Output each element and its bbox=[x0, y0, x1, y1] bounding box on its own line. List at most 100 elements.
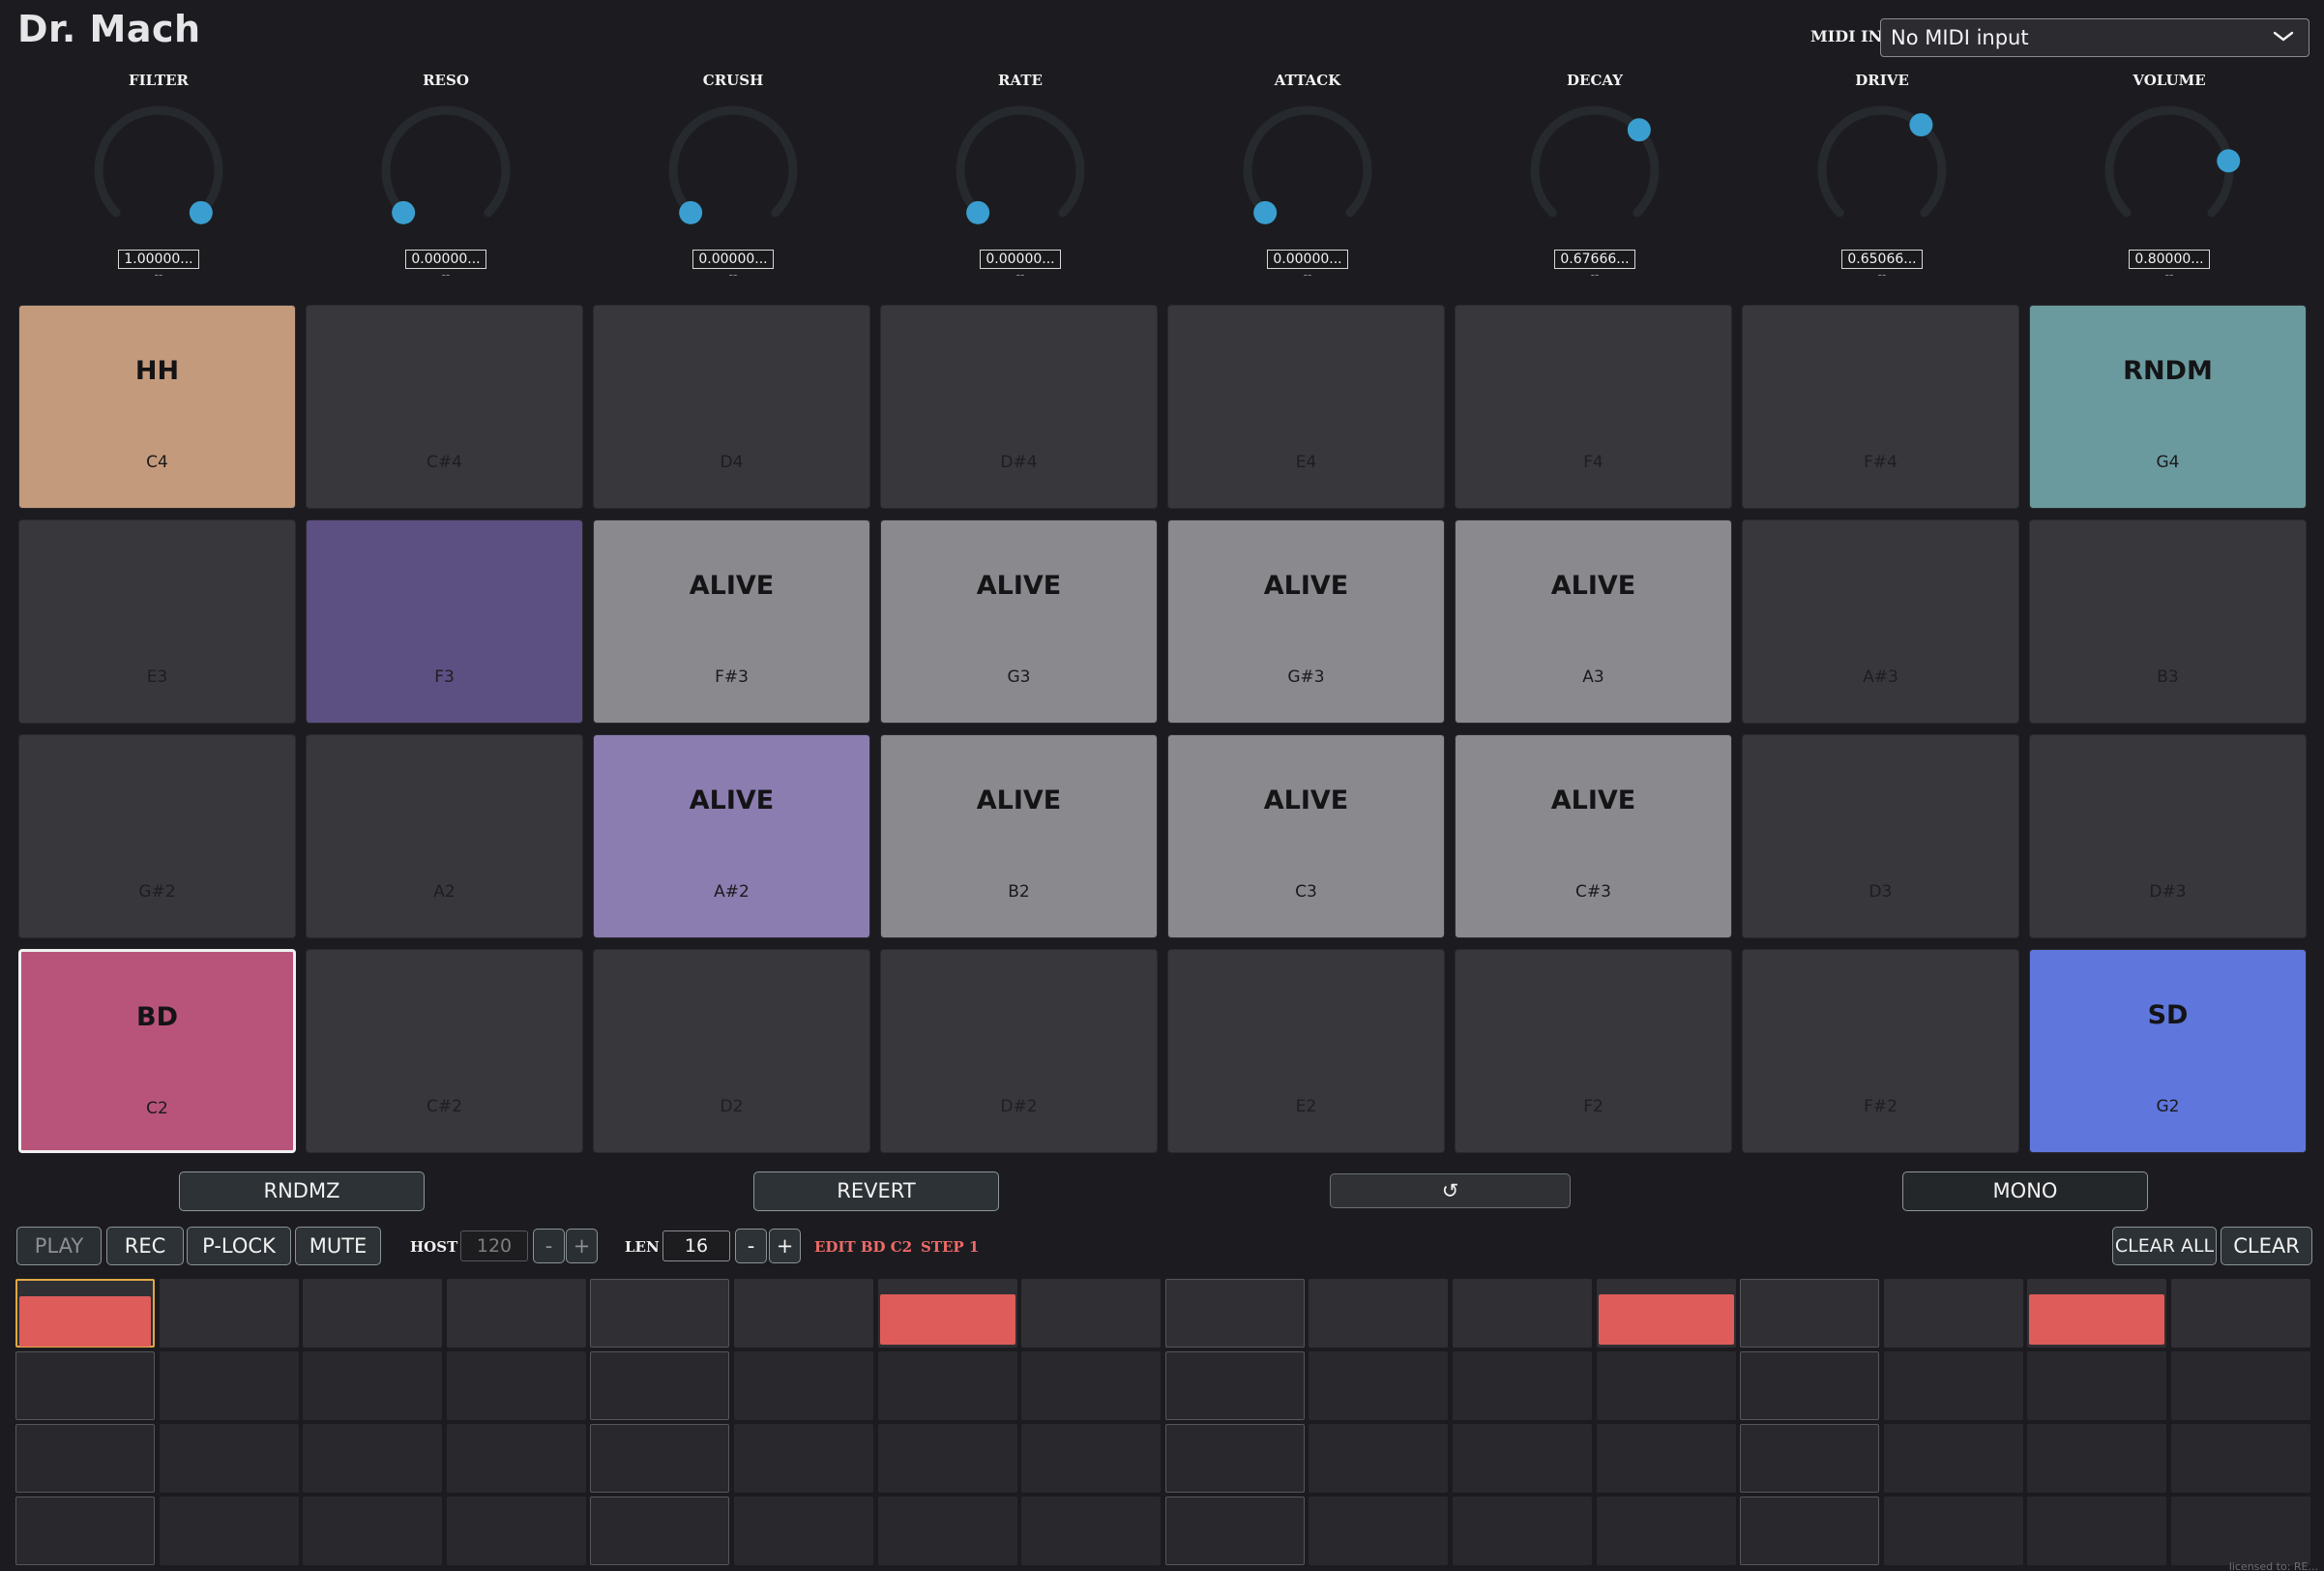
knob-dial[interactable] bbox=[1527, 103, 1662, 238]
step-cell[interactable] bbox=[1309, 1424, 1449, 1493]
step-cell[interactable] bbox=[877, 1279, 1017, 1348]
host-bpm-field[interactable]: 120 bbox=[460, 1230, 528, 1261]
step-cell[interactable] bbox=[1164, 1279, 1305, 1348]
len-minus-button[interactable]: - bbox=[735, 1229, 767, 1263]
knob-dial[interactable] bbox=[953, 103, 1088, 238]
step-cell[interactable] bbox=[1164, 1424, 1305, 1493]
step-cell[interactable] bbox=[1452, 1279, 1592, 1348]
knob-value-field[interactable]: 0.67666... bbox=[1554, 250, 1635, 269]
step-cell[interactable] bbox=[1021, 1351, 1162, 1420]
step-cell[interactable] bbox=[1452, 1424, 1592, 1493]
knob-value-field[interactable]: 0.00000... bbox=[405, 250, 486, 269]
knob-reso[interactable]: RESO 0.00000... -- bbox=[349, 68, 543, 290]
step-cell[interactable] bbox=[1596, 1279, 1736, 1348]
pad-g3[interactable]: ALIVE G3 bbox=[880, 519, 1158, 724]
step-cell[interactable] bbox=[590, 1351, 730, 1420]
pad-g4[interactable]: RNDM G4 bbox=[2029, 305, 2307, 509]
pad-csharp3[interactable]: ALIVE C#3 bbox=[1455, 734, 1732, 938]
pad-csharp4[interactable]: C#4 bbox=[306, 305, 583, 509]
step-cell[interactable] bbox=[15, 1351, 155, 1420]
rec-button[interactable]: REC bbox=[106, 1227, 184, 1265]
step-cell[interactable] bbox=[159, 1279, 299, 1348]
step-cell[interactable] bbox=[1883, 1279, 2023, 1348]
step-cell[interactable] bbox=[15, 1424, 155, 1493]
step-cell[interactable] bbox=[1740, 1279, 1880, 1348]
plock-button[interactable]: P-LOCK bbox=[187, 1227, 291, 1265]
midi-input-select[interactable]: No MIDI input bbox=[1880, 18, 2309, 57]
knob-volume[interactable]: VOLUME 0.80000... -- bbox=[2073, 68, 2266, 290]
pad-f2[interactable]: F2 bbox=[1455, 949, 1732, 1153]
step-cell[interactable] bbox=[2170, 1351, 2310, 1420]
step-cell[interactable] bbox=[733, 1279, 873, 1348]
step-cell[interactable] bbox=[1883, 1351, 2023, 1420]
pad-c2[interactable]: BD C2 bbox=[18, 949, 296, 1153]
step-cell[interactable] bbox=[1596, 1424, 1736, 1493]
step-cell[interactable] bbox=[1740, 1351, 1880, 1420]
step-cell[interactable] bbox=[733, 1351, 873, 1420]
knob-crush[interactable]: CRUSH 0.00000... -- bbox=[636, 68, 830, 290]
pad-d2[interactable]: D2 bbox=[593, 949, 870, 1153]
pad-asharp3[interactable]: A#3 bbox=[1742, 519, 2019, 724]
clear-button[interactable]: CLEAR bbox=[2221, 1227, 2312, 1265]
step-cell[interactable] bbox=[1596, 1497, 1736, 1565]
pad-e2[interactable]: E2 bbox=[1167, 949, 1445, 1153]
step-cell[interactable] bbox=[1164, 1351, 1305, 1420]
len-field[interactable]: 16 bbox=[662, 1230, 730, 1261]
knob-dial[interactable] bbox=[1814, 103, 1950, 238]
knob-dial[interactable] bbox=[2102, 103, 2241, 238]
step-cell[interactable] bbox=[2170, 1497, 2310, 1565]
knob-drive[interactable]: DRIVE 0.65066... -- bbox=[1785, 68, 1979, 290]
step-cell[interactable] bbox=[1021, 1279, 1162, 1348]
mono-button[interactable]: MONO bbox=[1902, 1171, 2148, 1211]
knob-filter[interactable]: FILTER 1.00000... -- bbox=[62, 68, 255, 290]
knob-dial[interactable] bbox=[665, 103, 801, 238]
undo-button[interactable]: ↺ bbox=[1330, 1173, 1571, 1208]
step-cell[interactable] bbox=[1164, 1497, 1305, 1565]
step-cell[interactable] bbox=[2027, 1424, 2167, 1493]
step-cell[interactable] bbox=[446, 1279, 586, 1348]
pad-b3[interactable]: B3 bbox=[2029, 519, 2307, 724]
knob-value-field[interactable]: 0.65066... bbox=[1841, 250, 1923, 269]
step-cell[interactable] bbox=[1309, 1279, 1449, 1348]
knob-value-field[interactable]: 0.00000... bbox=[980, 250, 1061, 269]
knob-rate[interactable]: RATE 0.00000... -- bbox=[924, 68, 1117, 290]
knob-value-field[interactable]: 0.00000... bbox=[1267, 250, 1348, 269]
step-cell[interactable] bbox=[446, 1497, 586, 1565]
pad-a2[interactable]: A2 bbox=[306, 734, 583, 938]
step-cell[interactable] bbox=[1883, 1497, 2023, 1565]
knob-dial[interactable] bbox=[1240, 103, 1375, 238]
step-cell[interactable] bbox=[590, 1424, 730, 1493]
revert-button[interactable]: REVERT bbox=[753, 1171, 999, 1211]
step-cell[interactable] bbox=[733, 1497, 873, 1565]
step-cell[interactable] bbox=[1740, 1424, 1880, 1493]
step-cell[interactable] bbox=[590, 1497, 730, 1565]
pad-c3[interactable]: ALIVE C3 bbox=[1167, 734, 1445, 938]
pad-a3[interactable]: ALIVE A3 bbox=[1455, 519, 1732, 724]
pad-dsharp2[interactable]: D#2 bbox=[880, 949, 1158, 1153]
step-cell[interactable] bbox=[303, 1351, 443, 1420]
pad-b2[interactable]: ALIVE B2 bbox=[880, 734, 1158, 938]
step-cell[interactable] bbox=[303, 1424, 443, 1493]
step-cell[interactable] bbox=[1309, 1497, 1449, 1565]
step-cell[interactable] bbox=[2170, 1424, 2310, 1493]
randomize-button[interactable]: RNDMZ bbox=[179, 1171, 425, 1211]
step-cell[interactable] bbox=[1309, 1351, 1449, 1420]
knob-dial[interactable] bbox=[91, 103, 226, 238]
step-cell[interactable] bbox=[877, 1351, 1017, 1420]
pad-e4[interactable]: E4 bbox=[1167, 305, 1445, 509]
pad-d3[interactable]: D3 bbox=[1742, 734, 2019, 938]
step-cell[interactable] bbox=[1596, 1351, 1736, 1420]
step-cell[interactable] bbox=[2027, 1351, 2167, 1420]
step-cell[interactable] bbox=[446, 1424, 586, 1493]
knob-dial[interactable] bbox=[378, 103, 514, 238]
step-cell[interactable] bbox=[877, 1424, 1017, 1493]
step-cell[interactable] bbox=[2170, 1279, 2310, 1348]
step-cell[interactable] bbox=[303, 1497, 443, 1565]
step-cell[interactable] bbox=[15, 1279, 155, 1348]
step-cell[interactable] bbox=[159, 1497, 299, 1565]
step-cell[interactable] bbox=[1452, 1351, 1592, 1420]
pad-c4[interactable]: HH C4 bbox=[18, 305, 296, 509]
step-cell[interactable] bbox=[15, 1497, 155, 1565]
step-cell[interactable] bbox=[2027, 1497, 2167, 1565]
pad-gsharp3[interactable]: ALIVE G#3 bbox=[1167, 519, 1445, 724]
